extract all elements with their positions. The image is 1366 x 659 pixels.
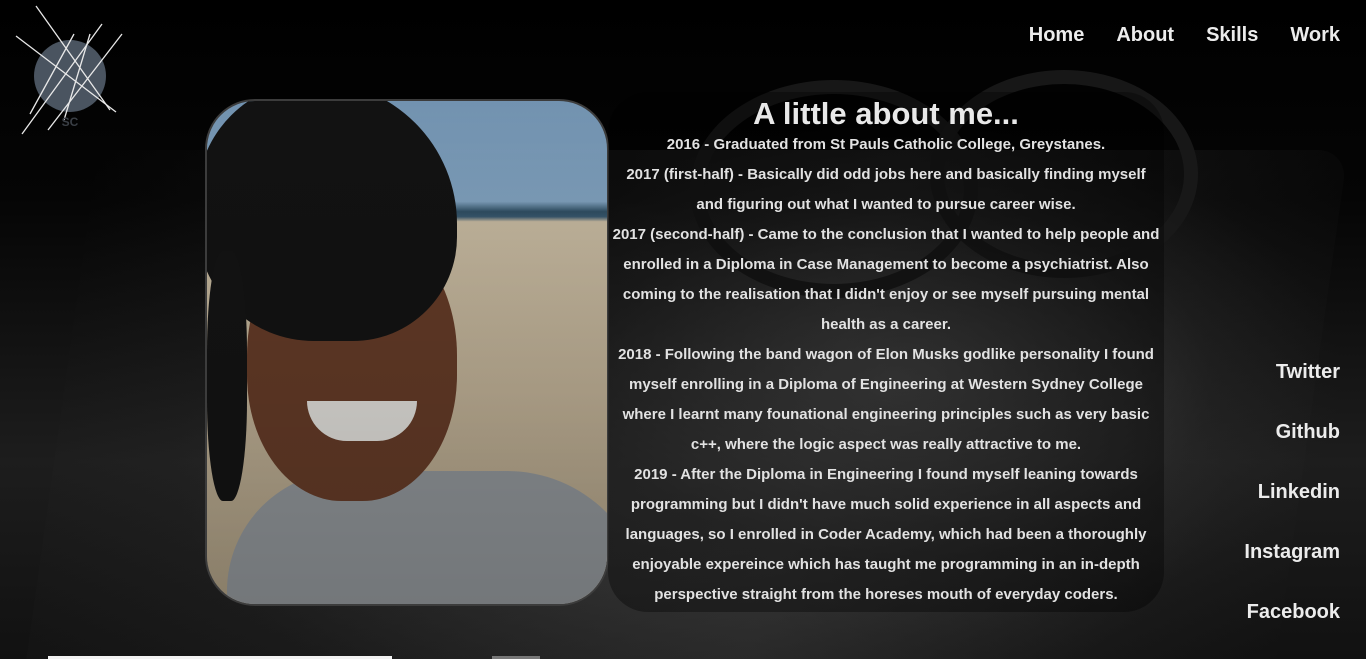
profile-photo	[205, 99, 609, 606]
about-paragraph-2018: 2018 - Following the band wagon of Elon …	[618, 346, 1154, 453]
social-instagram-link[interactable]: Instagram	[1244, 540, 1340, 564]
nav-about-link[interactable]: About	[1116, 24, 1174, 47]
nav-skills-link[interactable]: Skills	[1206, 24, 1258, 47]
social-linkedin-link[interactable]: Linkedin	[1258, 480, 1340, 504]
nav-work-link[interactable]: Work	[1290, 24, 1340, 47]
site-logo[interactable]: SC	[14, 4, 126, 138]
about-paragraph-2016: 2016 - Graduated from St Pauls Catholic …	[666, 136, 1106, 153]
about-body: 2016 - Graduated from St Pauls Catholic …	[612, 130, 1160, 610]
top-navigation: Home About Skills Work	[1029, 24, 1340, 47]
about-title: A little about me...	[753, 96, 1019, 131]
logo-initials: SC	[62, 115, 79, 129]
about-paragraph-2017-second: 2017 (second-half) - Came to the conclus…	[612, 226, 1160, 333]
photo-shade	[207, 101, 607, 604]
about-section: A little about me... 2016 - Graduated fr…	[608, 92, 1164, 612]
social-twitter-link[interactable]: Twitter	[1276, 360, 1340, 384]
about-paragraph-2019: 2019 - After the Diploma in Engineering …	[625, 466, 1147, 603]
social-facebook-link[interactable]: Facebook	[1247, 600, 1340, 624]
social-links: Twitter Github Linkedin Instagram Facebo…	[1244, 360, 1340, 624]
about-paragraph-2017-first: 2017 (first-half) - Basically did odd jo…	[626, 166, 1146, 213]
sc-monogram-icon: SC	[15, 5, 123, 135]
nav-home-link[interactable]: Home	[1029, 24, 1085, 47]
social-github-link[interactable]: Github	[1276, 420, 1340, 444]
page: SC Home About Skills Work A little about…	[0, 0, 1366, 659]
